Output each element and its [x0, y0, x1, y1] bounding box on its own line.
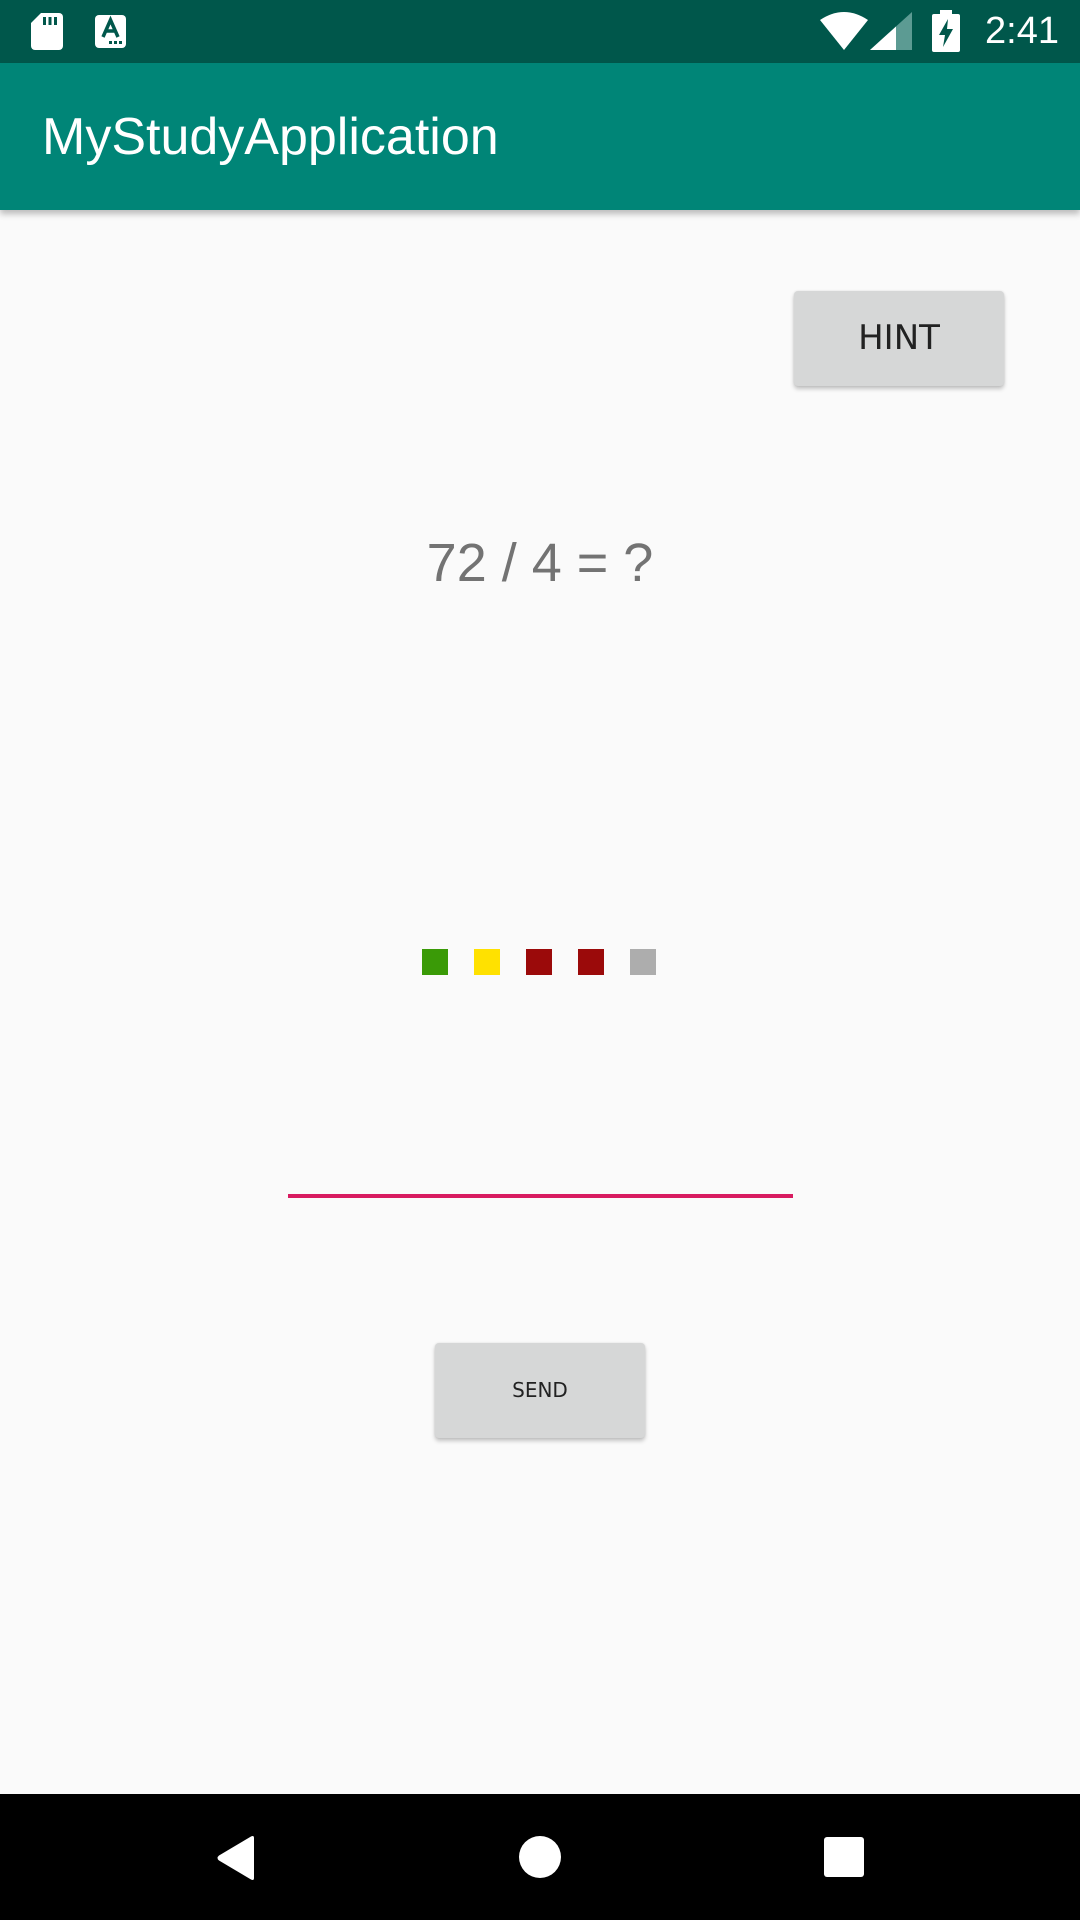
wifi-icon — [820, 12, 868, 50]
progress-square-3 — [526, 949, 552, 975]
screen: 2:41 MyStudyApplication HINT 72 / 4 = ? … — [0, 0, 1080, 1920]
app-title: MyStudyApplication — [42, 108, 499, 166]
question-text: 72 / 4 = ? — [426, 533, 654, 593]
home-icon[interactable] — [519, 1836, 561, 1878]
status-clock: 2:41 — [985, 10, 1059, 52]
navigation-bar — [0, 1794, 1080, 1920]
hint-button[interactable]: HINT — [794, 291, 1004, 386]
progress-square-2 — [474, 949, 500, 975]
send-button[interactable]: SEND — [435, 1343, 645, 1438]
recents-icon[interactable] — [824, 1837, 864, 1877]
back-icon[interactable] — [216, 1835, 256, 1881]
progress-square-1 — [422, 949, 448, 975]
answer-input[interactable] — [288, 1140, 793, 1198]
signal-icon — [870, 12, 912, 50]
sd-card-icon — [31, 13, 63, 50]
app-bar: MyStudyApplication — [0, 63, 1080, 210]
status-system-icons: 2:41 — [820, 0, 1080, 63]
status-bar: 2:41 — [0, 0, 1080, 63]
progress-square-5 — [630, 949, 656, 975]
battery-charging-icon — [932, 10, 960, 52]
progress-indicator — [422, 949, 662, 975]
progress-square-4 — [578, 949, 604, 975]
a-notification-icon — [95, 15, 126, 48]
